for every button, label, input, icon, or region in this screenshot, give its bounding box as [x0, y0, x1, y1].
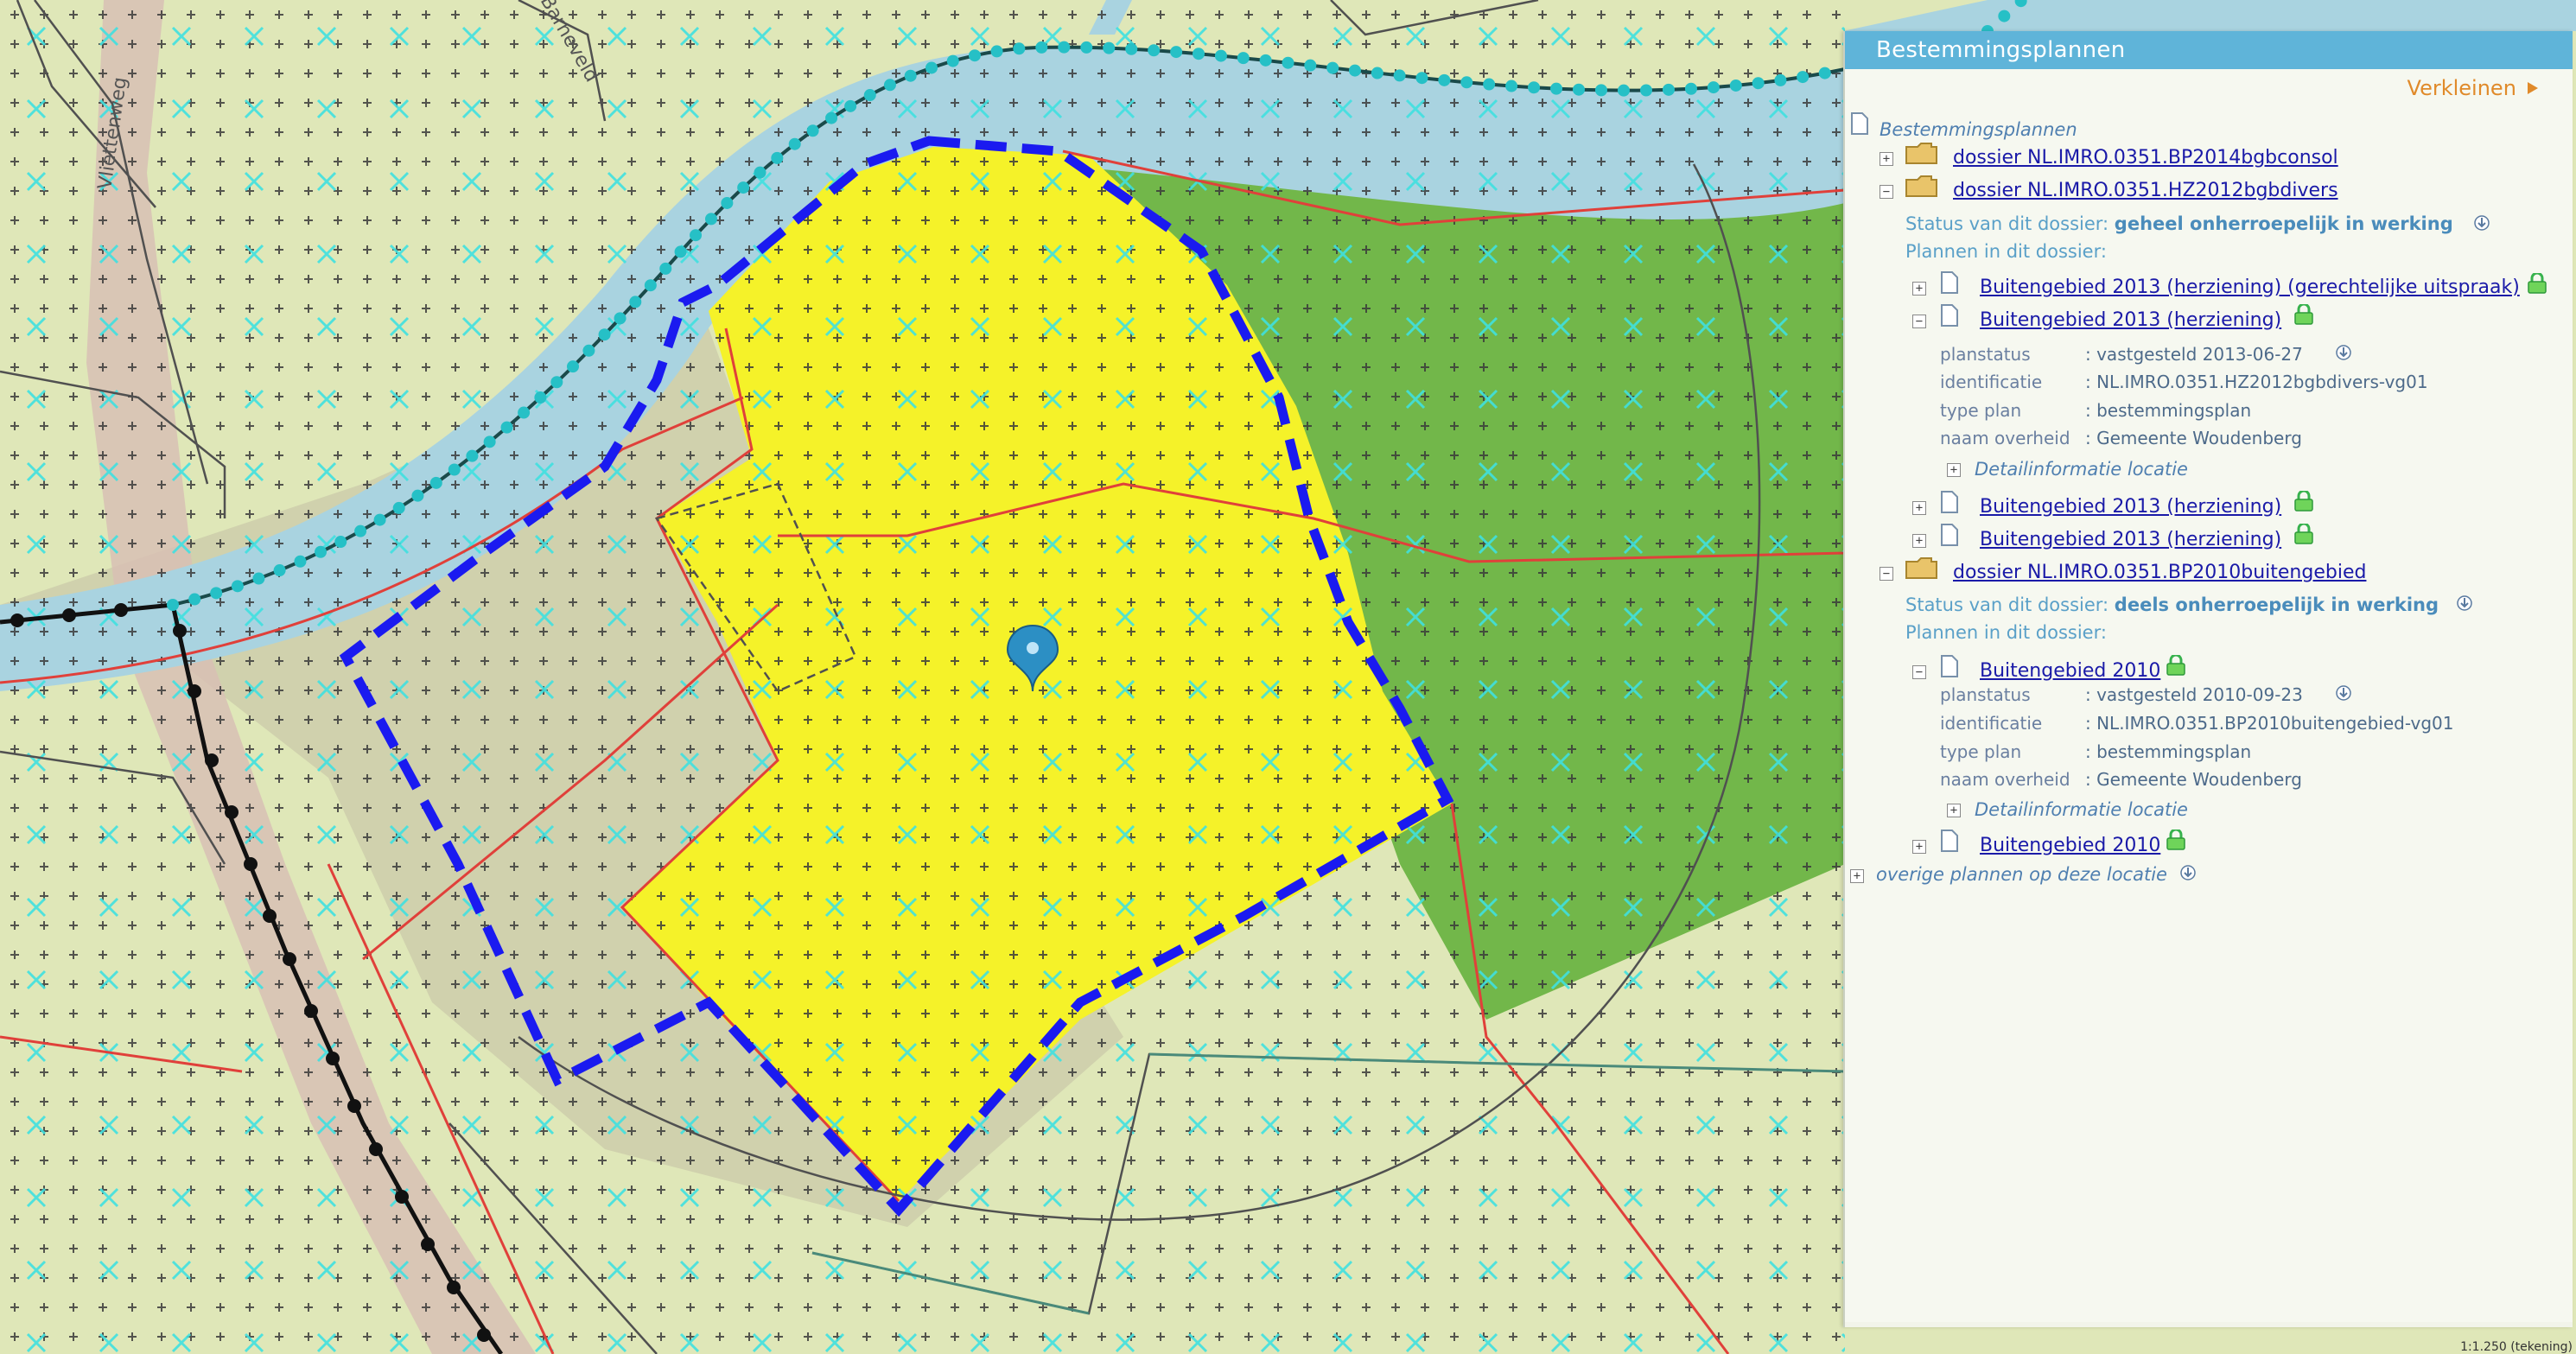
scale-label: 1:1.250 (tekening) — [2460, 1340, 2573, 1354]
document-icon — [1941, 524, 1958, 546]
panel-body: Verkleinen Bestemmingsplannen + dossier … — [1845, 69, 2573, 1322]
collapse-toggle-plan[interactable]: − — [1912, 665, 1926, 679]
status-value: deels onherroepelijk in werking — [2114, 594, 2439, 615]
plan-link[interactable]: Buitengebied 2013 (herziening) — [1980, 496, 2281, 518]
prop-value: : bestemmingsplan — [2085, 741, 2252, 762]
document-icon — [1941, 271, 1958, 294]
lock-icon — [2294, 304, 2313, 325]
prop-label: type plan — [1940, 400, 2022, 421]
collapse-button[interactable]: Verkleinen — [2407, 76, 2540, 100]
plans-panel: Bestemmingsplannen Verkleinen Bestemming… — [1843, 31, 2573, 1327]
info-download-icon[interactable] — [2336, 344, 2351, 361]
status-prefix: Status van dit dossier: — [1905, 213, 2109, 234]
folder-open-icon — [1905, 175, 1937, 197]
plan-link[interactable]: Buitengebied 2013 (herziening) — [1980, 529, 2281, 550]
expand-toggle-detail[interactable]: + — [1947, 804, 1961, 817]
collapse-toggle-dossier2[interactable]: − — [1880, 185, 1893, 199]
plan-link[interactable]: Buitengebied 2010 — [1980, 660, 2160, 682]
dossier2-plans-header: Plannen in dit dossier: — [1905, 241, 2107, 262]
info-download-icon[interactable] — [2474, 214, 2490, 232]
expand-toggle-plan[interactable]: + — [1912, 534, 1926, 548]
prop-label: identificatie — [1940, 372, 2043, 392]
prop-label: naam overheid — [1940, 769, 2070, 790]
detail-link[interactable]: Detailinformatie locatie — [1975, 459, 2188, 480]
prop-label: planstatus — [1940, 684, 2031, 705]
dossier1-link[interactable]: dossier NL.IMRO.0351.BP2014bgbconsol — [1953, 147, 2338, 168]
folder-open-icon — [1905, 557, 1937, 579]
document-icon — [1941, 304, 1958, 327]
info-download-icon[interactable] — [2180, 864, 2196, 881]
prop-value: : NL.IMRO.0351.HZ2012bgbdivers-vg01 — [2085, 372, 2428, 392]
prop-label: type plan — [1940, 741, 2022, 762]
prop-value: : NL.IMRO.0351.BP2010buitengebied-vg01 — [2085, 713, 2454, 734]
dossier2-status: Status van dit dossier: geheel onherroep… — [1905, 213, 2453, 234]
plan-link[interactable]: Buitengebied 2013 (herziening) (gerechte… — [1980, 277, 2520, 298]
lock-icon — [2166, 655, 2185, 676]
plan-link[interactable]: Buitengebied 2013 (herziening) — [1980, 309, 2281, 331]
root-node — [1850, 112, 1869, 138]
info-download-icon[interactable] — [2457, 594, 2472, 612]
info-download-icon[interactable] — [2336, 684, 2351, 702]
folder-icon — [1905, 143, 1937, 164]
root-label: Bestemmingsplannen — [1880, 119, 2077, 140]
collapse-toggle-plan[interactable]: − — [1912, 315, 1926, 328]
document-icon — [1941, 491, 1958, 513]
panel-header: Bestemmingsplannen — [1845, 31, 2573, 69]
prop-value: : vastgesteld 2013-06-27 — [2085, 344, 2303, 365]
plan-link[interactable]: Buitengebied 2010 — [1980, 835, 2160, 856]
prop-value: : Gemeente Woudenberg — [2085, 428, 2302, 448]
dossier3-plans-header: Plannen in dit dossier: — [1905, 622, 2107, 643]
document-icon — [1941, 655, 1958, 677]
expand-toggle-plan[interactable]: + — [1912, 282, 1926, 296]
expand-toggle-plan[interactable]: + — [1912, 840, 1926, 854]
lock-icon — [2166, 830, 2185, 850]
collapse-toggle-dossier3[interactable]: − — [1880, 567, 1893, 581]
lock-icon — [2294, 524, 2313, 544]
document-icon — [1941, 830, 1958, 852]
prop-label: planstatus — [1940, 344, 2031, 365]
status-value: geheel onherroepelijk in werking — [2114, 213, 2453, 234]
prop-value: : bestemmingsplan — [2085, 400, 2252, 421]
expand-toggle-plan[interactable]: + — [1912, 501, 1926, 515]
dossier3-link[interactable]: dossier NL.IMRO.0351.BP2010buitengebied — [1953, 562, 2366, 583]
lock-icon — [2528, 273, 2547, 294]
collapse-label: Verkleinen — [2407, 76, 2516, 100]
prop-label: identificatie — [1940, 713, 2043, 734]
dossier3-status: Status van dit dossier: deels onherroepe… — [1905, 594, 2439, 615]
prop-value: : vastgesteld 2010-09-23 — [2085, 684, 2303, 705]
dossier2-link[interactable]: dossier NL.IMRO.0351.HZ2012bgbdivers — [1953, 180, 2338, 201]
prop-label: naam overheid — [1940, 428, 2070, 448]
triangle-right-icon — [2528, 82, 2538, 94]
lock-icon — [2294, 491, 2313, 512]
expand-toggle-detail[interactable]: + — [1947, 463, 1961, 477]
status-prefix: Status van dit dossier: — [1905, 594, 2109, 615]
panel-title: Bestemmingsplannen — [1876, 37, 2126, 63]
document-icon — [1851, 112, 1868, 135]
expand-toggle-dossier1[interactable]: + — [1880, 152, 1893, 166]
prop-value: : Gemeente Woudenberg — [2085, 769, 2302, 790]
other-plans-link[interactable]: overige plannen op deze locatie — [1876, 864, 2167, 885]
detail-link[interactable]: Detailinformatie locatie — [1975, 799, 2188, 820]
expand-toggle-other[interactable]: + — [1850, 869, 1864, 883]
